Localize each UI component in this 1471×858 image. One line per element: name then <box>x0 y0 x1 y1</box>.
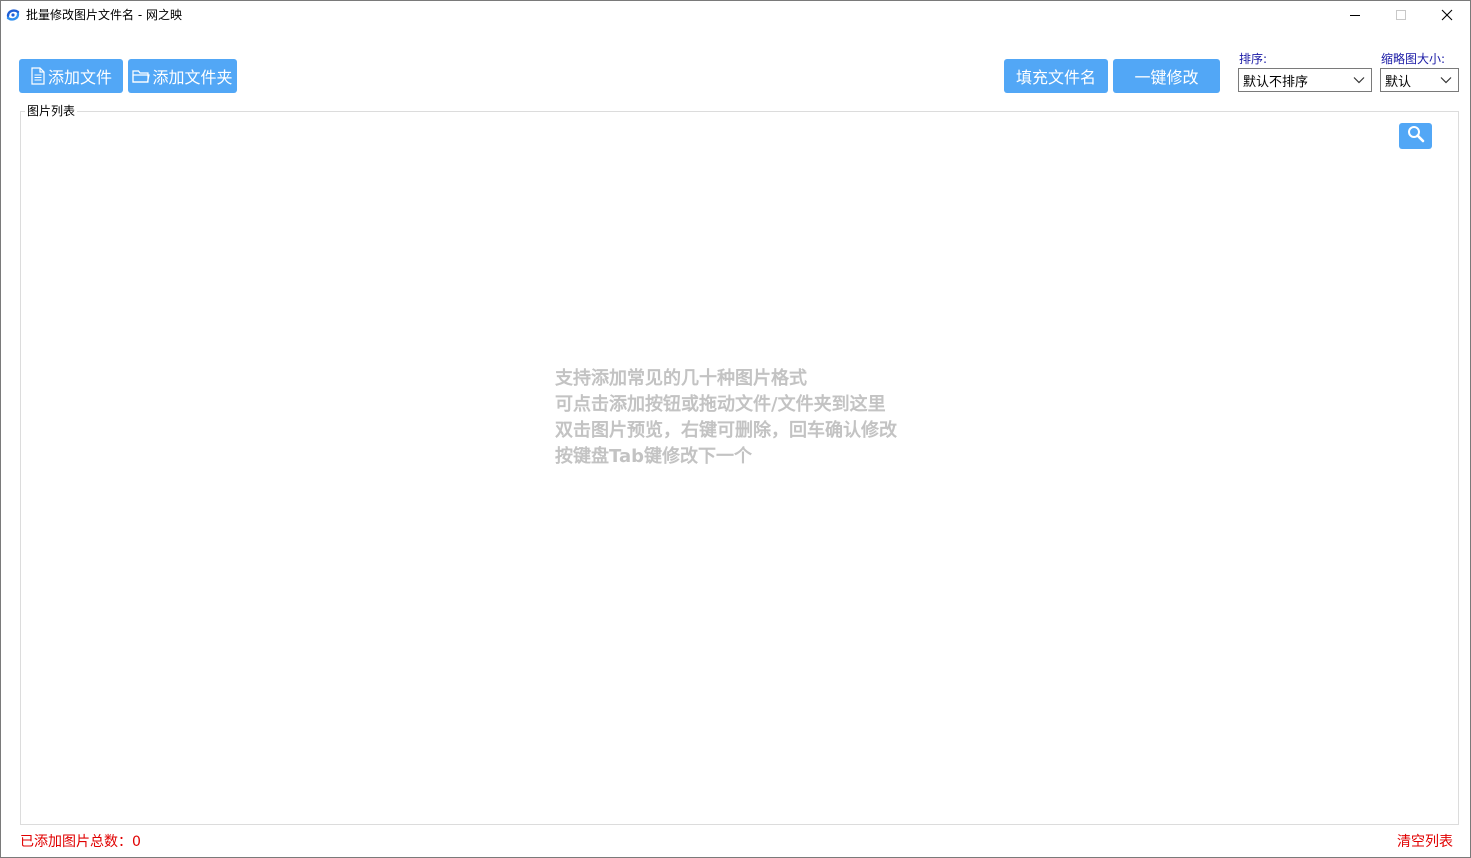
title-bar[interactable]: 批量修改图片文件名 - 网之映 <box>1 1 1470 29</box>
thumbnail-size-select[interactable]: 默认 <box>1380 68 1459 92</box>
chevron-down-icon <box>1440 74 1452 90</box>
maximize-button[interactable] <box>1378 1 1424 29</box>
maximize-icon <box>1395 6 1407 25</box>
app-window: 批量修改图片文件名 - 网之映 添加文件 添加文件夹 填充文件名 一键修改 排序… <box>0 0 1471 858</box>
fill-filename-button[interactable]: 填充文件名 <box>1004 59 1108 93</box>
search-button[interactable] <box>1399 123 1432 149</box>
hint-line: 双击图片预览，右键可删除，回车确认修改 <box>555 420 897 441</box>
sort-select-value: 默认不排序 <box>1243 74 1309 90</box>
minimize-button[interactable] <box>1332 1 1378 29</box>
hint-line: 按键盘Tab键修改下一个 <box>555 446 752 467</box>
add-folder-label: 添加文件夹 <box>152 68 233 87</box>
sort-label: 排序: <box>1239 52 1268 66</box>
close-button[interactable] <box>1424 1 1470 29</box>
search-icon <box>1407 125 1425 147</box>
chevron-down-icon <box>1353 74 1365 90</box>
one-click-modify-label: 一键修改 <box>1134 68 1199 87</box>
hint-line: 可点击添加按钮或拖动文件/文件夹到这里 <box>555 394 886 415</box>
thumbnail-size-label: 缩略图大小: <box>1381 52 1446 66</box>
sort-select[interactable]: 默认不排序 <box>1238 68 1372 92</box>
hint-line: 支持添加常见的几十种图片格式 <box>555 368 807 389</box>
clear-list-link[interactable]: 清空列表 <box>1397 831 1453 851</box>
file-icon <box>30 67 46 85</box>
add-folder-button[interactable]: 添加文件夹 <box>128 59 237 93</box>
fill-filename-label: 填充文件名 <box>1015 68 1096 87</box>
thumbnail-size-value: 默认 <box>1385 74 1412 90</box>
close-icon <box>1441 6 1453 25</box>
minimize-icon <box>1349 6 1361 25</box>
window-title: 批量修改图片文件名 - 网之映 <box>26 8 182 22</box>
one-click-modify-button[interactable]: 一键修改 <box>1113 59 1220 93</box>
folder-icon <box>132 68 151 84</box>
image-list-title: 图片列表 <box>25 102 78 119</box>
add-file-button[interactable]: 添加文件 <box>19 59 123 93</box>
empty-list-hint: 支持添加常见的几十种图片格式 可点击添加按钮或拖动文件/文件夹到这里 双击图片预… <box>555 366 897 470</box>
image-total-count: 已添加图片总数：0 <box>20 834 141 850</box>
add-file-label: 添加文件 <box>47 68 112 87</box>
app-logo-icon <box>5 7 21 23</box>
